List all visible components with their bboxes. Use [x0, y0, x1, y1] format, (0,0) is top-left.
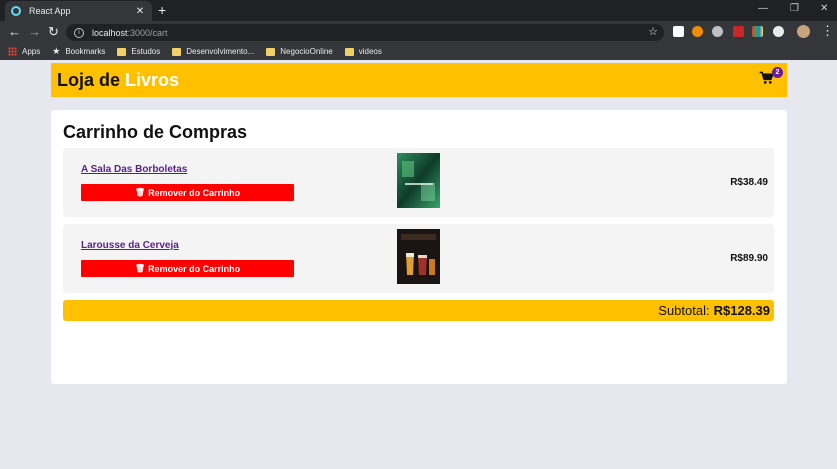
cart-link[interactable]: 2 [759, 67, 783, 90]
folder-icon [344, 47, 354, 56]
bookmark-apps[interactable]: Apps [8, 47, 40, 56]
minimize-icon[interactable]: — [758, 3, 768, 14]
apps-icon [8, 47, 17, 56]
extension-tb-icon[interactable] [673, 26, 684, 37]
browser-tab[interactable]: React App ✕ [5, 1, 152, 21]
extension-pdf-icon[interactable] [733, 26, 744, 37]
item-title-link[interactable]: Larousse da Cerveja [81, 240, 179, 251]
subtotal-label: Subtotal: [658, 303, 710, 318]
brand-logo[interactable]: Loja de Livros [57, 70, 179, 91]
folder-icon [266, 47, 276, 56]
star-icon[interactable]: ☆ [648, 25, 658, 38]
brand-part1: Loja de [57, 69, 126, 90]
subtotal-bar: Subtotal: R$128.39 [63, 300, 774, 321]
bookmark-desenvolvimento[interactable]: Desenvolvimento... [172, 47, 254, 56]
folder-icon [172, 47, 182, 56]
star-icon: ★ [52, 46, 61, 56]
page-content: Loja de Livros 2 Carrinho de Compras A S… [0, 60, 837, 469]
remove-from-cart-button[interactable]: 🗑 Remover do Carrinho [81, 184, 294, 201]
extension-palette-icon[interactable] [752, 26, 763, 37]
cart-count-badge: 2 [772, 67, 783, 78]
extension-key-icon[interactable] [692, 26, 703, 37]
tab-close-icon[interactable]: ✕ [134, 6, 146, 17]
subtotal-value: R$128.39 [713, 303, 770, 318]
back-arrow-icon[interactable]: ← [8, 24, 21, 39]
bookmarks-bar: Apps ★ Bookmarks Estudos Desenvolvimento.… [0, 43, 837, 60]
window-close-icon[interactable]: ✕ [820, 3, 828, 14]
restore-icon[interactable]: ❐ [790, 3, 799, 14]
cart-item: A Sala Das Borboletas 🗑 Remover do Carri… [63, 148, 774, 217]
trash-icon: 🗑 [134, 264, 146, 273]
avatar[interactable] [797, 25, 810, 38]
book-cover-image [397, 153, 440, 208]
book-cover-image [397, 229, 440, 284]
info-icon[interactable]: i [74, 27, 84, 38]
extension-circle-icon[interactable] [773, 26, 784, 37]
browser-toolbar: ← → ↻ i localhost :3000/cart ☆ ⋮ [0, 21, 837, 43]
url-host: localhost [92, 27, 128, 38]
remove-from-cart-button[interactable]: 🗑 Remover do Carrinho [81, 260, 294, 277]
url-path: :3000/cart [127, 27, 168, 38]
tab-title: React App [29, 6, 71, 16]
reload-icon[interactable]: ↻ [48, 24, 59, 40]
address-bar[interactable]: i localhost :3000/cart ☆ [66, 24, 664, 41]
folder-icon [117, 47, 127, 56]
page-title: Carrinho de Compras [63, 122, 248, 142]
cart-item: Larousse da Cerveja 🗑 Remover do Carrinh… [63, 224, 774, 293]
extension-gear-icon[interactable] [712, 26, 723, 37]
bookmark-estudos[interactable]: Estudos [117, 47, 160, 56]
bookmark-bookmarks[interactable]: ★ Bookmarks [52, 46, 105, 57]
site-header: Loja de Livros 2 [51, 63, 787, 97]
bookmark-videos[interactable]: videos [344, 47, 382, 56]
trash-icon: 🗑 [134, 188, 146, 197]
tab-strip: React App ✕ + — ❐ ✕ [0, 0, 837, 21]
bookmark-negocioonline[interactable]: NegocioOnline [266, 47, 333, 56]
menu-icon[interactable]: ⋮ [821, 23, 834, 39]
remove-button-label: Remover do Carrinho [148, 187, 241, 198]
item-price: R$38.49 [730, 177, 768, 188]
brand-part2: Livros [125, 69, 180, 90]
item-price: R$89.90 [730, 253, 768, 264]
forward-arrow-icon[interactable]: → [28, 24, 41, 39]
cart-panel: Carrinho de Compras A Sala Das Borboleta… [51, 110, 787, 384]
item-title-link[interactable]: A Sala Das Borboletas [81, 164, 187, 175]
react-icon [11, 6, 21, 16]
remove-button-label: Remover do Carrinho [148, 263, 241, 274]
new-tab-button[interactable]: + [158, 2, 166, 18]
